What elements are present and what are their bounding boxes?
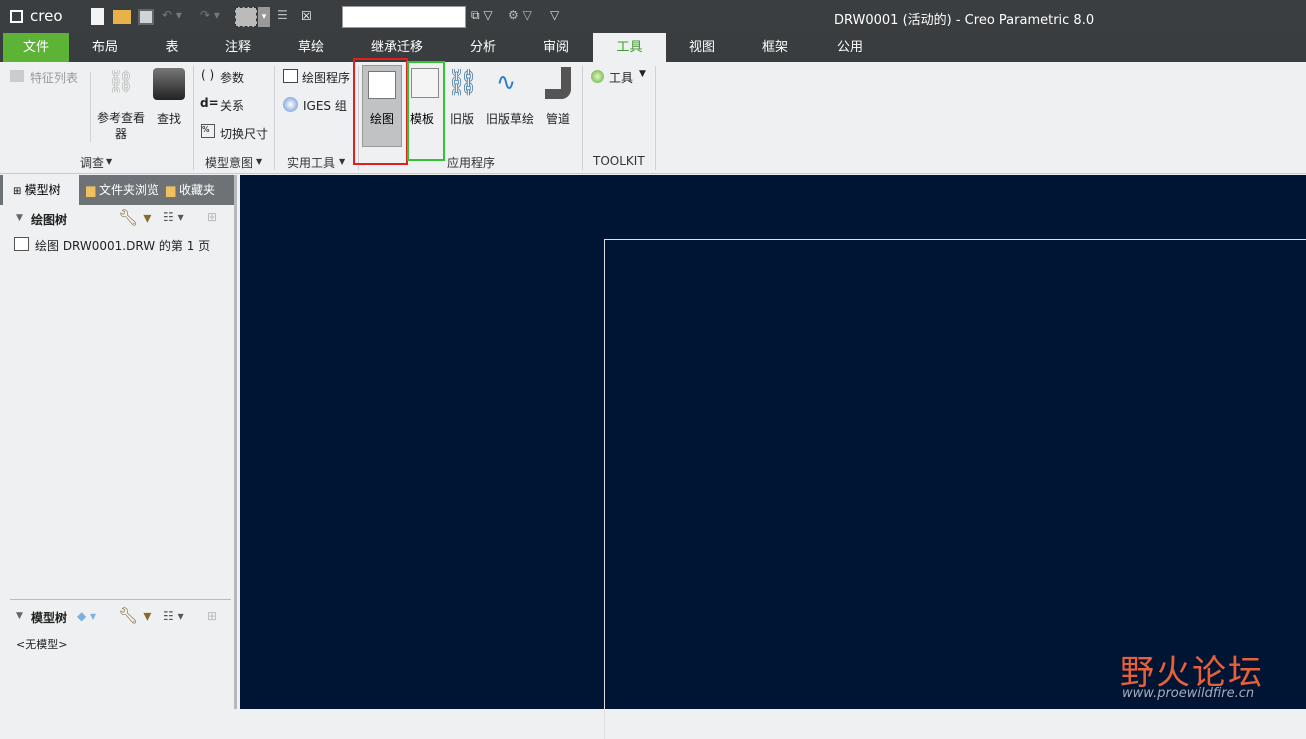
feature-list-button[interactable]: 特征列表: [30, 69, 78, 86]
tab-layout[interactable]: 布局: [72, 33, 138, 62]
find-button[interactable]: 查找: [157, 110, 181, 127]
piping-icon: [545, 67, 571, 99]
feature-list-icon: [10, 70, 24, 82]
tab-folder-browser[interactable]: ▆ 文件夹浏览器: [86, 175, 158, 205]
relations-icon: d=: [200, 96, 219, 110]
navigator-panel: ⊞ 模型树 ▆ 文件夹浏览器 ▆ 收藏夹 ▼ 绘图树 🔧︎ ▾ ☷ ▾ ⊞ 绘图…: [0, 175, 237, 709]
graphics-canvas[interactable]: 野火论坛 www.proewildfire.cn: [240, 175, 1306, 739]
collapse-arrow-icon[interactable]: ▼: [16, 611, 23, 621]
regenerate-icon[interactable]: ☰: [277, 8, 288, 22]
favorites-icon: ▆: [166, 183, 180, 197]
iges-button[interactable]: IGES 组: [303, 97, 347, 114]
redo-icon[interactable]: ↷ ▾: [200, 8, 220, 22]
utilities-group-label[interactable]: 实用工具: [287, 154, 335, 171]
drawing-program-icon: [283, 69, 298, 83]
iges-icon: [283, 97, 298, 112]
tree-filter-icon[interactable]: ☷ ▾: [163, 210, 184, 224]
new-file-icon[interactable]: [91, 8, 104, 25]
reference-viewer-button[interactable]: 参考查看器: [95, 110, 147, 142]
applications-group-label: 应用程序: [447, 156, 496, 170]
collapse-arrow-icon[interactable]: ▼: [16, 213, 23, 223]
select-box-icon[interactable]: [235, 7, 257, 27]
tree-settings-icon[interactable]: 🔧︎ ▾: [118, 208, 151, 227]
tab-utilities[interactable]: 公用: [817, 33, 883, 62]
template-highlight-box: [407, 61, 445, 161]
folder-icon: ▆: [86, 183, 100, 197]
tree-columns-icon[interactable]: ⊞: [207, 210, 217, 224]
drawing-highlight-box: [353, 58, 408, 165]
drawing-tree-label: 绘图树: [31, 213, 68, 227]
tab-tools[interactable]: 工具: [593, 33, 666, 62]
tab-review[interactable]: 审阅: [523, 33, 589, 62]
legacy-sketch-icon: ∿: [496, 68, 517, 96]
relations-button[interactable]: 关系: [220, 97, 244, 114]
investigate-group-label[interactable]: 调查: [80, 154, 104, 171]
title-bar: creo ↶ ▾ ↷ ▾ ▾ ☰ ☒ ⧉ ▽ ⚙ ▽ ▽ DRW0001 (活动…: [0, 0, 1306, 33]
close-window-icon[interactable]: ☒: [301, 9, 312, 23]
ribbon: 特征列表 ⛓ 参考查看器 查找 调查 ▼ ( ) 参数 d= 关系 % 切换尺寸 …: [0, 58, 1306, 174]
parameters-icon: ( ): [201, 68, 215, 82]
tab-file[interactable]: 文件: [3, 33, 69, 62]
legacy-sketch-button[interactable]: 旧版草绘: [486, 110, 534, 127]
drawing-tree-item[interactable]: 绘图 DRW0001.DRW 的第 1 页: [35, 237, 210, 254]
reference-viewer-icon: ⛓: [107, 70, 135, 95]
tab-favorites[interactable]: ▆ 收藏夹: [166, 175, 234, 205]
tab-analysis[interactable]: 分析: [450, 33, 516, 62]
drawing-program-button[interactable]: 绘图程序: [302, 69, 350, 86]
select-dropdown-icon[interactable]: ▾: [258, 7, 270, 27]
model-display-icon[interactable]: ◆ ▾: [77, 609, 96, 623]
tab-sketch[interactable]: 草绘: [278, 33, 344, 62]
creo-logo-icon: [10, 10, 23, 23]
model-tree-label: 模型树: [31, 611, 68, 625]
tree-settings-icon[interactable]: 🔧︎ ▾: [118, 606, 151, 625]
switch-dimensions-button[interactable]: 切换尺寸: [220, 125, 268, 142]
quick-search-input[interactable]: [342, 6, 466, 28]
watermark-url: www.proewildfire.cn: [1122, 686, 1255, 701]
piping-button[interactable]: 管道: [546, 110, 570, 127]
switch-dimensions-icon: %: [201, 124, 215, 138]
customize-toolbar-icon[interactable]: ▽: [550, 8, 559, 22]
tab-annotate[interactable]: 注释: [205, 33, 271, 62]
binoculars-icon: [153, 68, 185, 100]
legacy-chain-icon: ⛓: [446, 68, 480, 98]
app-logo: creo: [30, 7, 63, 25]
display-style-icon[interactable]: ⚙ ▽: [508, 8, 532, 22]
toolkit-tools-button[interactable]: 工具: [609, 69, 633, 86]
parameters-button[interactable]: 参数: [220, 69, 244, 86]
tab-model-tree[interactable]: ⊞ 模型树: [3, 175, 79, 205]
toolkit-status-icon: [591, 70, 604, 83]
save-icon[interactable]: [138, 9, 154, 25]
undo-icon[interactable]: ↶ ▾: [162, 8, 182, 22]
drawing-sheet-icon: [14, 237, 29, 251]
tab-frame[interactable]: 框架: [742, 33, 808, 62]
tab-view[interactable]: 视图: [669, 33, 735, 62]
open-file-icon[interactable]: [113, 10, 131, 24]
model-intent-group-label[interactable]: 模型意图: [205, 154, 253, 171]
ribbon-tabs: 文件 布局 表 注释 草绘 继承迁移 分析 审阅 工具 视图 框架 公用: [0, 33, 1306, 62]
tab-table[interactable]: 表: [140, 33, 204, 62]
model-tree-icon: ⊞: [13, 186, 25, 197]
window-icon[interactable]: ⧉ ▽: [471, 8, 493, 23]
window-title: DRW0001 (活动的) - Creo Parametric 8.0: [834, 13, 1095, 28]
no-model-text: <无模型>: [16, 638, 68, 651]
tree-columns-icon[interactable]: ⊞: [207, 609, 217, 623]
tree-filter-icon[interactable]: ☷ ▾: [163, 609, 184, 623]
legacy-button[interactable]: 旧版: [450, 110, 474, 127]
toolkit-group-label: TOOLKIT: [593, 154, 645, 168]
